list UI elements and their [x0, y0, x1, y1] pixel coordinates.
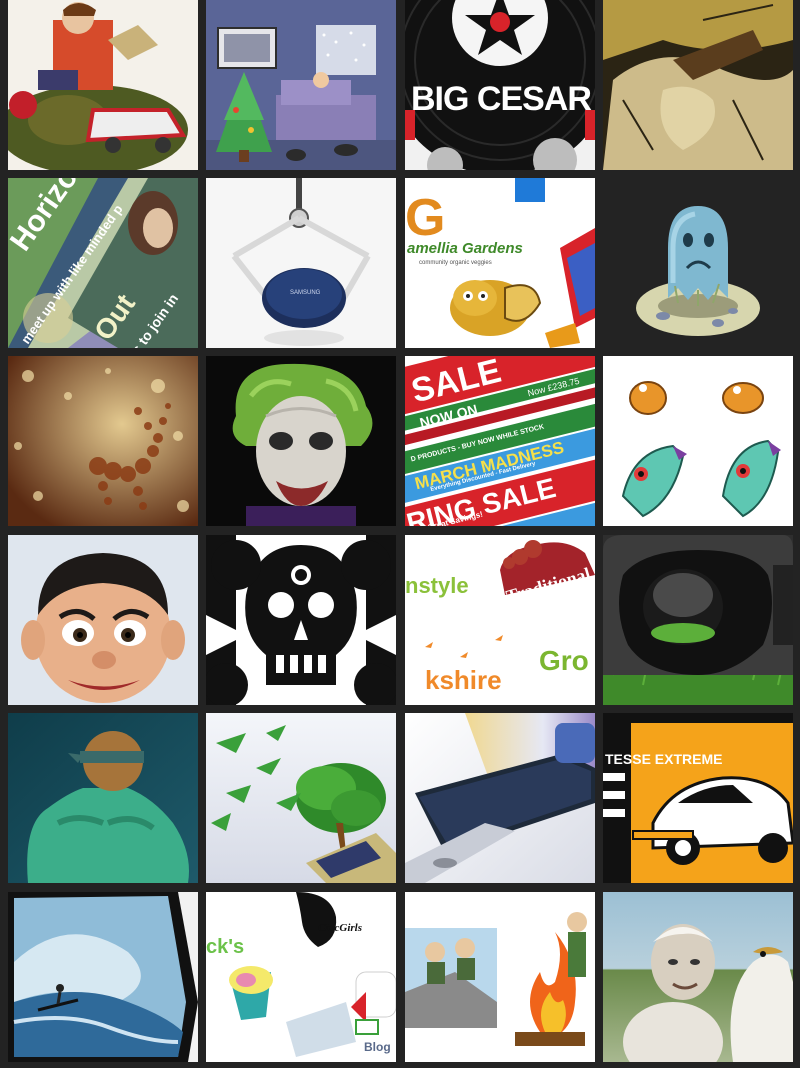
sports-car-poster: [603, 713, 793, 883]
gallery-tile-fire-cartoon[interactable]: [405, 892, 595, 1062]
gallery-tile-boy-toy-car[interactable]: [8, 0, 198, 170]
gallery-tile-surfer[interactable]: [8, 892, 198, 1062]
christmas-living-room-illustration: [206, 0, 396, 170]
mr-bean-caricature: [8, 535, 198, 705]
gallery-tile-skull-collage[interactable]: [206, 535, 396, 705]
gallery-tile-seagull-painting[interactable]: [603, 892, 793, 1062]
gallery-tile-big-cesar[interactable]: BIG CESAR: [405, 0, 595, 170]
seagull-old-man-painting: [603, 892, 793, 1062]
gallery-tile-horizons-banner[interactable]: Horizons meet up with like minded p Out …: [8, 178, 198, 348]
wireless-charger-product: [206, 178, 396, 348]
gallery-tile-wireless-charger[interactable]: SAMSUNG: [206, 178, 396, 348]
image-gallery-grid: BIG CESAR Horizons meet up with like min…: [0, 0, 800, 1068]
gallery-tile-frog-fish-sprites[interactable]: [603, 356, 793, 526]
gallery-tile-muscular-figure[interactable]: [8, 713, 198, 883]
gallery-tile-yorkshire-logos[interactable]: nstyle Traditional kshire Gro: [405, 535, 595, 705]
gallery-tile-chic-girls[interactable]: ck's ChicGirls Blog: [206, 892, 396, 1062]
galaxy-phone-product: [405, 713, 595, 883]
vr-headset-product: [603, 535, 793, 705]
cartoon-fire-scene: [405, 892, 595, 1062]
skull-collage-artwork: [206, 535, 396, 705]
surfer-wave-artwork: [8, 892, 198, 1062]
gallery-tile-spring-sale[interactable]: SALE Now £238.75 NOW ON D PRODUCTS - BUY…: [405, 356, 595, 526]
bokeh-deer-artwork: [8, 356, 198, 526]
yorkshire-logo-collage: [405, 535, 595, 705]
gallery-tile-vr-headset[interactable]: [603, 535, 793, 705]
camellia-gardens-collage: [405, 178, 595, 348]
spring-sale-banners: [405, 356, 595, 526]
sad-ghost-character: [603, 178, 793, 348]
gallery-tile-joker-einstein[interactable]: [206, 356, 396, 526]
gallery-tile-camellia-gardens[interactable]: G amellia Gardens community organic vegg…: [405, 178, 595, 348]
horizons-banner-artwork: [8, 178, 198, 348]
gallery-tile-sad-ghost[interactable]: [603, 178, 793, 348]
gallery-tile-mr-bean[interactable]: [8, 535, 198, 705]
frog-fish-sprites: [603, 356, 793, 526]
gallery-tile-galaxy-phone[interactable]: [405, 713, 595, 883]
gallery-tile-christmas-room[interactable]: [206, 0, 396, 170]
chic-girls-logo-collage: [206, 892, 396, 1062]
woodcut-illustration: [603, 0, 793, 170]
gallery-tile-paper-birds[interactable]: [206, 713, 396, 883]
boy-toy-car-illustration: [8, 0, 198, 170]
gallery-tile-bokeh-deer[interactable]: [8, 356, 198, 526]
paper-birds-tree: [206, 713, 396, 883]
joker-einstein-portrait: [206, 356, 396, 526]
big-cesar-record-logo: [405, 0, 595, 170]
gallery-tile-sports-car[interactable]: TESSE EXTREME: [603, 713, 793, 883]
muscular-figure-3d: [8, 713, 198, 883]
gallery-tile-woodcut[interactable]: [603, 0, 793, 170]
